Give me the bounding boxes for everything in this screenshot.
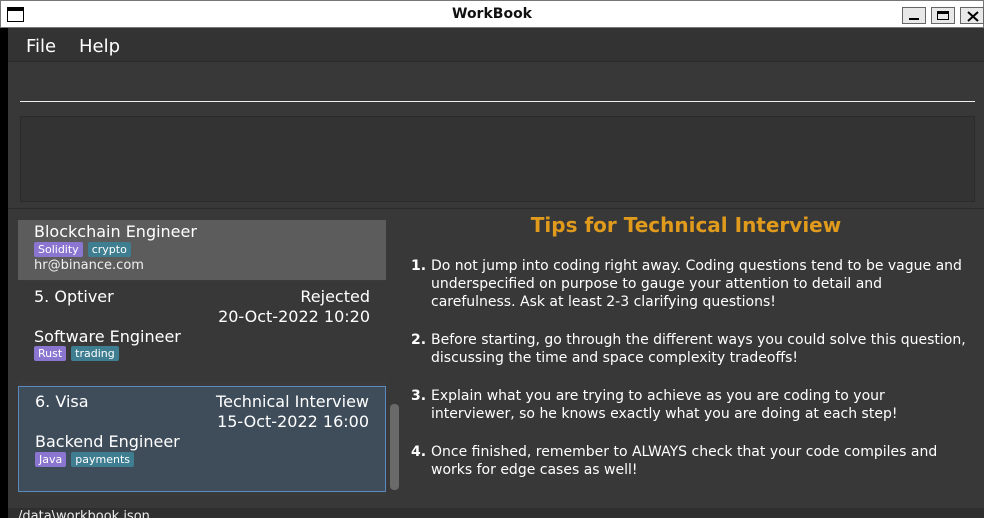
application-card[interactable]: 5. Optiver Rejected 20-Oct-2022 10:20 So…: [18, 281, 386, 381]
window-title: WorkBook: [452, 6, 532, 22]
application-tags: Rust trading: [34, 346, 119, 361]
application-role: Blockchain Engineer: [34, 222, 197, 241]
tip-number: 3.: [411, 388, 427, 404]
application-card-selected[interactable]: 6. Visa Technical Interview 15-Oct-2022 …: [18, 386, 386, 492]
application-email: hr@binance.com: [34, 258, 144, 273]
status-bar: /data\workbook.json: [8, 508, 984, 518]
application-title: 5. Optiver: [34, 287, 114, 306]
tag-category: payments: [71, 452, 134, 467]
application-role: Software Engineer: [34, 327, 181, 346]
result-display: [20, 116, 975, 202]
tip-text: Do not jump into coding right away. Codi…: [431, 258, 962, 310]
application-status: Technical Interview: [216, 392, 369, 411]
tip-item: 4. Once finished, remember to ALWAYS che…: [411, 443, 971, 479]
tip-text: Before starting, go through the differen…: [431, 332, 966, 366]
tip-item: 2. Before starting, go through the diffe…: [411, 331, 971, 367]
application-status: Rejected: [300, 287, 370, 306]
close-button[interactable]: [960, 7, 984, 24]
command-input[interactable]: [20, 74, 975, 101]
command-box: [20, 74, 975, 102]
application-card[interactable]: Blockchain Engineer Solidity crypto hr@b…: [18, 220, 386, 280]
tip-text: Once finished, remember to ALWAYS check …: [431, 444, 938, 478]
application-role: Backend Engineer: [35, 432, 180, 451]
tip-text: Explain what you are trying to achieve a…: [431, 388, 898, 422]
application-list[interactable]: Blockchain Engineer Solidity crypto hr@b…: [18, 220, 386, 496]
title-bar: WorkBook: [0, 0, 984, 28]
tag-language: Java: [35, 452, 67, 467]
menu-help[interactable]: Help: [79, 36, 120, 57]
application-tags: Solidity crypto: [34, 242, 131, 257]
application-date: 15-Oct-2022 16:00: [217, 412, 369, 431]
tag-category: crypto: [87, 242, 131, 257]
minimize-button[interactable]: [902, 7, 926, 24]
tag-language: Solidity: [34, 242, 83, 257]
tip-number: 2.: [411, 332, 427, 348]
tip-item: 1. Do not jump into coding right away. C…: [411, 257, 971, 311]
tip-number: 1.: [411, 258, 427, 274]
tips-title: Tips for Technical Interview: [530, 213, 842, 237]
application-title: 6. Visa: [35, 392, 89, 411]
application-tags: Java payments: [35, 452, 134, 467]
tips-panel: Tips for Technical Interview 1. Do not j…: [404, 210, 984, 510]
app-window: File Help Blockchain Engineer Solidity c…: [8, 28, 984, 518]
menu-file[interactable]: File: [26, 36, 56, 57]
tag-language: Rust: [34, 346, 67, 361]
tip-number: 4.: [411, 444, 427, 460]
application-date: 20-Oct-2022 10:20: [218, 307, 370, 326]
list-scrollbar[interactable]: [390, 404, 399, 490]
tip-item: 3. Explain what you are trying to achiev…: [411, 387, 971, 423]
close-icon: [967, 11, 979, 22]
maximize-button[interactable]: [931, 7, 955, 24]
divider: [8, 208, 984, 209]
menu-bar: File Help: [8, 28, 984, 62]
status-path: /data\workbook.json: [18, 509, 150, 518]
tag-category: trading: [71, 346, 119, 361]
